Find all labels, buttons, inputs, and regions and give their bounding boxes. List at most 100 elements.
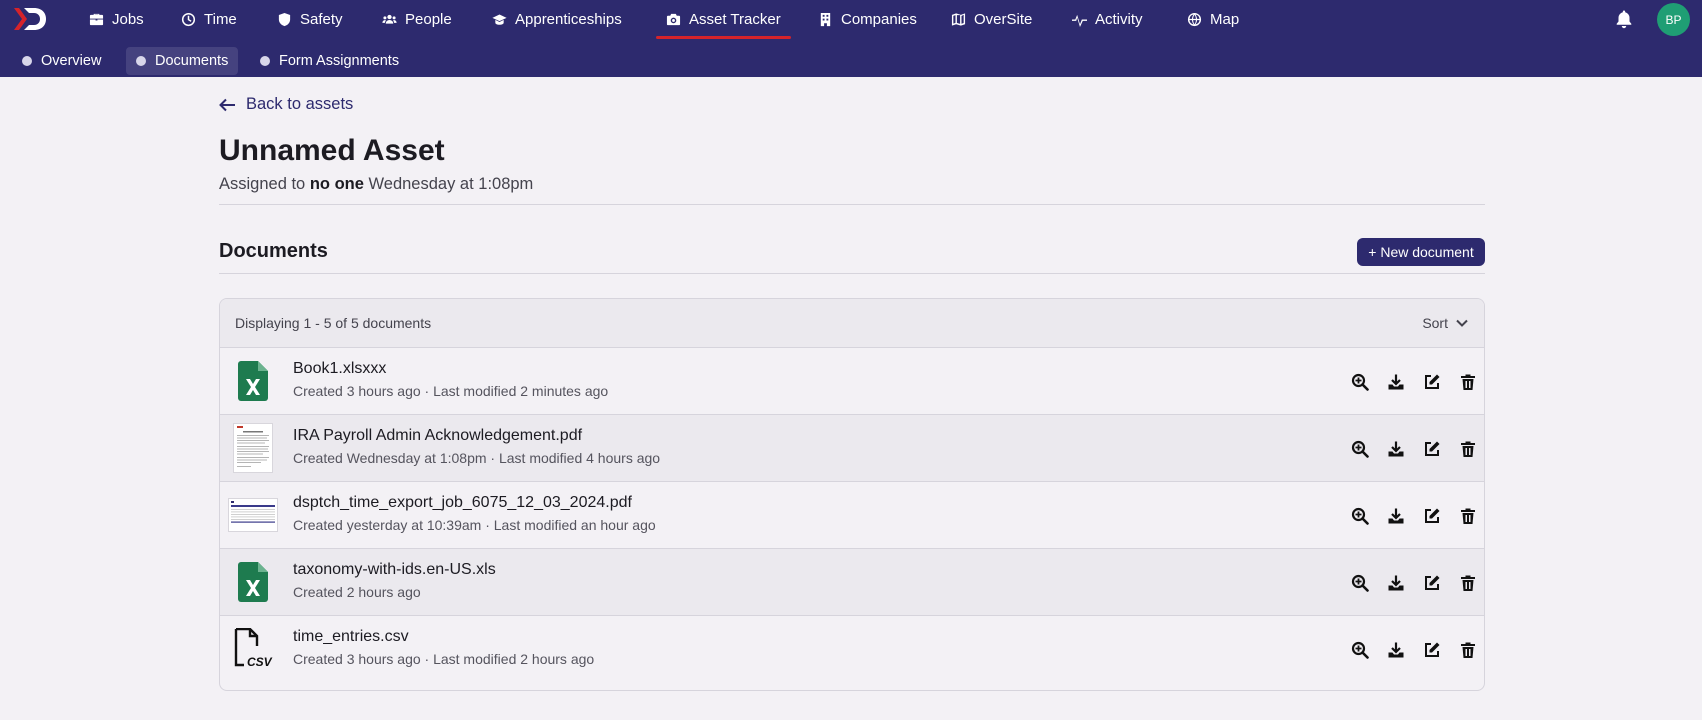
assigned-when: Wednesday at 1:08pm bbox=[368, 175, 534, 193]
preview-icon[interactable] bbox=[1350, 506, 1370, 526]
people-icon bbox=[382, 14, 397, 24]
divider bbox=[219, 204, 1485, 205]
sort-label: Sort bbox=[1422, 315, 1448, 331]
download-icon[interactable] bbox=[1386, 640, 1406, 660]
nav-activity[interactable]: Activity bbox=[1072, 0, 1143, 38]
nav-asset-tracker[interactable]: Asset Tracker bbox=[656, 0, 791, 39]
download-icon[interactable] bbox=[1386, 439, 1406, 459]
document-row[interactable]: CSV time_entries.csv Created 3 hours ago… bbox=[220, 616, 1484, 683]
subnav-overview[interactable]: Overview bbox=[12, 47, 111, 75]
document-name[interactable]: Book1.xlsxxx bbox=[293, 360, 386, 378]
sort-dropdown[interactable]: Sort bbox=[1422, 315, 1468, 331]
building-icon bbox=[820, 12, 831, 26]
nav-label: Map bbox=[1210, 10, 1240, 28]
documents-heading: Documents bbox=[219, 240, 328, 262]
document-meta: Created yesterday at 10:39am · Last modi… bbox=[293, 517, 656, 533]
svg-text:CSV: CSV bbox=[247, 655, 273, 669]
subnav-documents[interactable]: Documents bbox=[126, 47, 239, 75]
bullet-icon bbox=[22, 56, 32, 66]
new-document-button[interactable]: + New document bbox=[1357, 238, 1485, 266]
download-icon[interactable] bbox=[1386, 573, 1406, 593]
nav-label: OverSite bbox=[974, 10, 1033, 28]
edit-icon[interactable] bbox=[1422, 372, 1442, 392]
excel-file-icon bbox=[231, 356, 275, 406]
nav-oversite[interactable]: OverSite bbox=[951, 0, 1032, 38]
preview-icon[interactable] bbox=[1350, 372, 1370, 392]
briefcase-icon bbox=[89, 13, 104, 25]
row-actions bbox=[1350, 506, 1478, 526]
divider bbox=[219, 273, 1485, 274]
nav-label: Time bbox=[204, 10, 237, 28]
nav-apprenticeships[interactable]: Apprenticeships bbox=[492, 0, 622, 38]
document-row[interactable]: taxonomy-with-ids.en-US.xls Created 2 ho… bbox=[220, 549, 1484, 616]
document-count: Displaying 1 - 5 of 5 documents bbox=[235, 315, 432, 331]
nav-label: Companies bbox=[841, 10, 917, 28]
brand-logo[interactable] bbox=[12, 6, 48, 32]
user-avatar[interactable]: BP bbox=[1657, 3, 1690, 36]
delete-icon[interactable] bbox=[1458, 640, 1478, 660]
document-row[interactable]: IRA Payroll Admin Acknowledgement.pdf Cr… bbox=[220, 415, 1484, 482]
subnav-label: Documents bbox=[155, 53, 229, 69]
assigned-to: no one bbox=[309, 175, 364, 193]
row-actions bbox=[1350, 640, 1478, 660]
preview-icon[interactable] bbox=[1350, 640, 1370, 660]
delete-icon[interactable] bbox=[1458, 506, 1478, 526]
row-actions bbox=[1350, 573, 1478, 593]
chevron-down-icon bbox=[1456, 319, 1468, 327]
pdf-table-thumbnail bbox=[227, 490, 279, 540]
map-fold-icon bbox=[951, 12, 966, 26]
nav-safety[interactable]: Safety bbox=[277, 0, 343, 38]
row-actions bbox=[1350, 372, 1478, 392]
nav-companies[interactable]: Companies bbox=[818, 0, 917, 38]
nav-label: People bbox=[405, 10, 452, 28]
nav-label: Jobs bbox=[112, 10, 144, 28]
delete-icon[interactable] bbox=[1458, 573, 1478, 593]
bullet-icon bbox=[136, 56, 146, 66]
document-row[interactable]: dsptch_time_export_job_6075_12_03_2024.p… bbox=[220, 482, 1484, 549]
edit-icon[interactable] bbox=[1422, 640, 1442, 660]
delete-icon[interactable] bbox=[1458, 372, 1478, 392]
document-name[interactable]: time_entries.csv bbox=[293, 628, 409, 646]
download-icon[interactable] bbox=[1386, 506, 1406, 526]
subnav-form-assignments[interactable]: Form Assignments bbox=[250, 47, 409, 75]
document-name[interactable]: IRA Payroll Admin Acknowledgement.pdf bbox=[293, 427, 582, 445]
document-meta: Created 2 hours ago bbox=[293, 584, 421, 600]
assignment-line: Assigned to no one Wednesday at 1:08pm bbox=[219, 175, 533, 194]
nav-jobs[interactable]: Jobs bbox=[89, 0, 144, 38]
nav-time[interactable]: Time bbox=[181, 0, 237, 38]
document-name[interactable]: taxonomy-with-ids.en-US.xls bbox=[293, 561, 496, 579]
delete-icon[interactable] bbox=[1458, 439, 1478, 459]
document-meta: Created 3 hours ago · Last modified 2 ho… bbox=[293, 651, 595, 667]
nav-label: Apprenticeships bbox=[515, 10, 622, 28]
back-to-assets-link[interactable]: Back to assets bbox=[219, 95, 353, 114]
preview-icon[interactable] bbox=[1350, 573, 1370, 593]
documents-list-panel: Displaying 1 - 5 of 5 documents Sort Boo… bbox=[219, 298, 1485, 691]
top-navigation-bar: Jobs Time Safety People Apprenticeships … bbox=[0, 0, 1702, 77]
edit-icon[interactable] bbox=[1422, 573, 1442, 593]
nav-people[interactable]: People bbox=[382, 0, 452, 38]
clock-icon bbox=[181, 12, 196, 26]
pulse-icon bbox=[1072, 14, 1087, 27]
assigned-prefix: Assigned to bbox=[219, 175, 306, 193]
graduation-cap-icon bbox=[492, 14, 507, 25]
shield-icon bbox=[278, 12, 291, 26]
pdf-page-thumbnail bbox=[231, 423, 275, 473]
download-icon[interactable] bbox=[1386, 372, 1406, 392]
nav-label: Activity bbox=[1095, 10, 1143, 28]
document-meta: Created Wednesday at 1:08pm · Last modif… bbox=[293, 450, 661, 466]
excel-file-icon bbox=[231, 557, 275, 607]
document-row[interactable]: Book1.xlsxxx Created 3 hours ago · Last … bbox=[220, 348, 1484, 415]
subnav-label: Form Assignments bbox=[279, 53, 400, 69]
back-label: Back to assets bbox=[246, 95, 354, 113]
edit-icon[interactable] bbox=[1422, 439, 1442, 459]
document-meta: Created 3 hours ago · Last modified 2 mi… bbox=[293, 383, 609, 399]
preview-icon[interactable] bbox=[1350, 439, 1370, 459]
list-header: Displaying 1 - 5 of 5 documents Sort bbox=[220, 299, 1484, 348]
nav-map[interactable]: Map bbox=[1187, 0, 1239, 38]
edit-icon[interactable] bbox=[1422, 506, 1442, 526]
arrow-left-icon bbox=[219, 98, 235, 111]
document-name[interactable]: dsptch_time_export_job_6075_12_03_2024.p… bbox=[293, 494, 632, 512]
notifications-bell-icon[interactable] bbox=[1614, 9, 1634, 29]
subnav-label: Overview bbox=[41, 53, 102, 69]
camera-icon bbox=[666, 13, 681, 25]
